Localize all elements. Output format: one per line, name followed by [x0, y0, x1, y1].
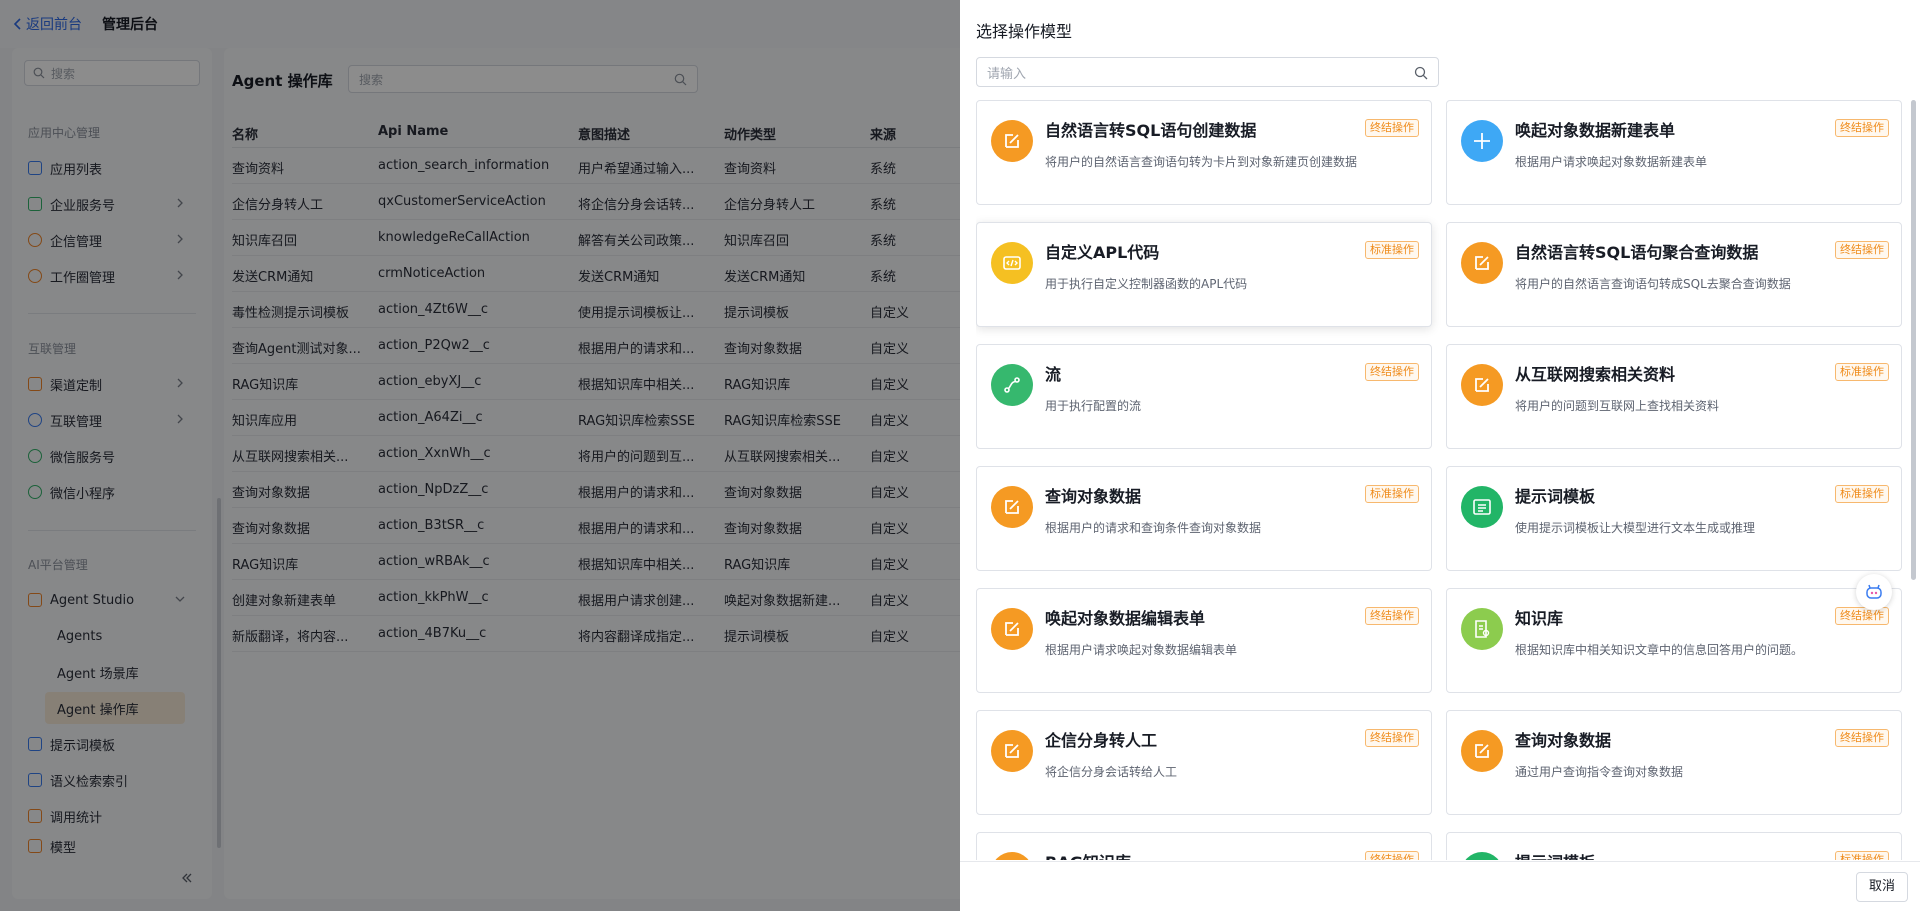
edit-icon — [1461, 730, 1503, 772]
search-icon — [1414, 66, 1428, 80]
operation-type-badge: 标准操作 — [1835, 363, 1889, 381]
knowledge-icon — [1461, 608, 1503, 650]
operation-type-badge: 标准操作 — [1365, 241, 1419, 259]
card-description: 将用户的自然语言查询语句转成SQL去聚合查询数据 — [1515, 277, 1791, 291]
code-icon — [991, 242, 1033, 284]
operation-type-badge: 终结操作 — [1365, 851, 1419, 860]
card-title: 自然语言转SQL语句创建数据 — [1045, 121, 1257, 140]
card-title: 知识库 — [1515, 609, 1564, 628]
operation-type-badge: 标准操作 — [1835, 851, 1889, 860]
template-icon — [1461, 852, 1503, 860]
card-title: 提示词模板 — [1515, 487, 1596, 506]
operation-type-badge: 终结操作 — [1835, 241, 1889, 259]
assistant-bot-icon[interactable] — [1856, 574, 1892, 610]
card-title: 从互联网搜索相关资料 — [1515, 365, 1676, 384]
operation-type-badge: 终结操作 — [1835, 729, 1889, 747]
drawer-search-input[interactable]: 请输入 — [976, 57, 1439, 87]
action-model-card[interactable]: RAG知识库 终结操作 — [976, 832, 1432, 860]
operation-type-badge: 终结操作 — [1835, 119, 1889, 137]
operation-type-badge: 终结操作 — [1365, 363, 1419, 381]
action-model-card[interactable]: 自定义APL代码用于执行自定义控制器函数的APL代码 标准操作 — [976, 222, 1432, 327]
action-model-card[interactable]: 流用于执行配置的流 终结操作 — [976, 344, 1432, 449]
card-title: 流 — [1045, 365, 1062, 384]
edit-icon — [991, 852, 1033, 860]
drawer-footer: 取消 — [960, 861, 1920, 911]
card-title: 唤起对象数据新建表单 — [1515, 121, 1676, 140]
card-title: 查询对象数据 — [1045, 487, 1142, 506]
operation-type-badge: 终结操作 — [1365, 607, 1419, 625]
drawer-scrollbar[interactable] — [1911, 100, 1916, 580]
flow-icon — [991, 364, 1033, 406]
edit-icon — [991, 608, 1033, 650]
action-model-card-grid: 自然语言转SQL语句创建数据将用户的自然语言查询语句转为卡片到对象新建页创建数据… — [976, 100, 1906, 860]
action-model-card[interactable]: 提示词模板 标准操作 — [1446, 832, 1902, 860]
select-action-model-drawer: 选择操作模型 请输入 自然语言转SQL语句创建数据将用户的自然语言查询语句转为卡… — [960, 0, 1920, 911]
edit-icon — [1461, 242, 1503, 284]
edit-icon — [991, 486, 1033, 528]
card-description: 根据用户请求唤起对象数据新建表单 — [1515, 155, 1708, 169]
action-model-card[interactable]: 查询对象数据通过用户查询指令查询对象数据 终结操作 — [1446, 710, 1902, 815]
action-model-card[interactable]: 从互联网搜索相关资料将用户的问题到互联网上查找相关资料 标准操作 — [1446, 344, 1902, 449]
card-title: 自定义APL代码 — [1045, 243, 1160, 262]
action-model-card[interactable]: 唤起对象数据新建表单根据用户请求唤起对象数据新建表单 终结操作 — [1446, 100, 1902, 205]
card-description: 将用户的问题到互联网上查找相关资料 — [1515, 399, 1720, 413]
card-description: 用于执行配置的流 — [1045, 399, 1142, 413]
edit-icon — [991, 730, 1033, 772]
card-title: 提示词模板 — [1515, 849, 1595, 860]
card-description: 用于执行自定义控制器函数的APL代码 — [1045, 277, 1248, 291]
action-model-card[interactable]: 知识库根据知识库中相关知识文章中的信息回答用户的问题。 终结操作 — [1446, 588, 1902, 693]
card-title: 自然语言转SQL语句聚合查询数据 — [1515, 243, 1759, 262]
drawer-search-placeholder: 请输入 — [987, 66, 1027, 82]
template-icon — [1461, 486, 1503, 528]
action-model-card[interactable]: 自然语言转SQL语句聚合查询数据将用户的自然语言查询语句转成SQL去聚合查询数据… — [1446, 222, 1902, 327]
card-description: 根据用户的请求和查询条件查询对象数据 — [1045, 521, 1262, 535]
card-description: 将用户的自然语言查询语句转为卡片到对象新建页创建数据 — [1045, 155, 1358, 169]
operation-type-badge: 标准操作 — [1835, 485, 1889, 503]
operation-type-badge: 标准操作 — [1365, 485, 1419, 503]
edit-icon — [1461, 364, 1503, 406]
card-description: 根据知识库中相关知识文章中的信息回答用户的问题。 — [1515, 643, 1804, 657]
card-description: 将企信分身会话转给人工 — [1045, 765, 1178, 779]
operation-type-badge: 终结操作 — [1365, 119, 1419, 137]
action-model-card[interactable]: 自然语言转SQL语句创建数据将用户的自然语言查询语句转为卡片到对象新建页创建数据… — [976, 100, 1432, 205]
card-title: 企信分身转人工 — [1045, 731, 1158, 750]
action-model-card[interactable]: 提示词模板使用提示词模板让大模型进行文本生成或推理 标准操作 — [1446, 466, 1902, 571]
plus-icon — [1461, 120, 1503, 162]
edit-icon — [991, 120, 1033, 162]
action-model-card[interactable]: 企信分身转人工将企信分身会话转给人工 终结操作 — [976, 710, 1432, 815]
action-model-card[interactable]: 查询对象数据根据用户的请求和查询条件查询对象数据 标准操作 — [976, 466, 1432, 571]
action-model-card[interactable]: 唤起对象数据编辑表单根据用户请求唤起对象数据编辑表单 终结操作 — [976, 588, 1432, 693]
card-description: 使用提示词模板让大模型进行文本生成或推理 — [1515, 521, 1756, 535]
drawer-title: 选择操作模型 — [976, 22, 1073, 41]
cancel-button[interactable]: 取消 — [1855, 872, 1908, 902]
operation-type-badge: 终结操作 — [1365, 729, 1419, 747]
operation-type-badge: 终结操作 — [1835, 607, 1889, 625]
card-description: 根据用户请求唤起对象数据编辑表单 — [1045, 643, 1238, 657]
card-title: 唤起对象数据编辑表单 — [1045, 609, 1206, 628]
card-title: 查询对象数据 — [1515, 731, 1612, 750]
card-description: 通过用户查询指令查询对象数据 — [1515, 765, 1684, 779]
card-title: RAG知识库 — [1045, 849, 1131, 860]
